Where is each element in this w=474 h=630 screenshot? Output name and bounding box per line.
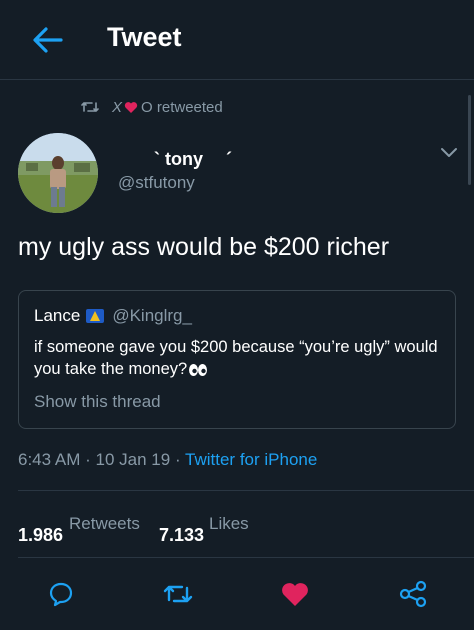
tweet-time: 6:43 AM (18, 450, 81, 469)
tweet-menu-button[interactable] (438, 145, 460, 161)
like-button[interactable] (277, 576, 313, 612)
retweet-button[interactable] (160, 576, 196, 612)
show-thread-link[interactable]: Show this thread (34, 392, 161, 412)
reply-button[interactable] (43, 576, 79, 612)
back-arrow-icon (33, 27, 63, 53)
reply-icon (49, 582, 73, 607)
quoted-tweet-body: if someone gave you $200 because “you’re… (34, 336, 444, 380)
chevron-down-icon (441, 148, 457, 157)
back-button[interactable] (28, 20, 68, 60)
top-bar: Tweet (0, 0, 474, 80)
meta-separator: · (85, 450, 91, 469)
author-handle[interactable]: @stfutony (118, 173, 195, 193)
heart-emoji-icon (124, 101, 138, 113)
scrollbar[interactable] (468, 95, 471, 185)
tweet-text: my ugly ass would be $200 richer (18, 233, 390, 261)
tweet-source-link[interactable]: Twitter for iPhone (185, 450, 317, 469)
tweet-meta: 6:43 AM · 10 Jan 19 · Twitter for iPhone (18, 450, 317, 470)
divider (18, 490, 474, 491)
tweet-date: 10 Jan 19 (95, 450, 171, 469)
flag-icon (86, 309, 105, 323)
retweeter-prefix: X (112, 98, 123, 116)
share-button[interactable] (395, 576, 431, 612)
quoted-tweet-text: if someone gave you $200 because “you’re… (34, 338, 438, 378)
author-display-name[interactable]: ` tony ´ (118, 149, 250, 170)
heart-icon (282, 583, 308, 606)
eyes-emoji-icon (189, 363, 208, 376)
avatar[interactable] (18, 133, 98, 213)
quoted-author-name: Lance (34, 306, 81, 325)
meta-separator: · (174, 450, 181, 469)
retweeter-suffix[interactable]: O retweeted (141, 99, 223, 116)
avatar-photo (18, 133, 98, 213)
retweet-small-icon (81, 102, 99, 112)
quoted-tweet-header: Lance @Kinglrg_ (34, 306, 192, 326)
divider (18, 557, 474, 558)
retweet-icon (163, 585, 193, 603)
share-icon (399, 580, 427, 608)
page-title: Tweet (107, 22, 182, 52)
retweets-count[interactable]: 1,986 (18, 525, 63, 541)
quoted-tweet[interactable]: Lance @Kinglrg_ if someone gave you $200… (18, 290, 456, 429)
retweets-label[interactable]: Retweets (69, 514, 140, 534)
likes-label[interactable]: Likes (209, 514, 249, 534)
retweet-context: X O retweeted (80, 96, 223, 118)
quoted-author-handle: @Kinglrg_ (112, 306, 192, 325)
tweet-stats: 1,986 Retweets 7,133 Likes (18, 511, 458, 541)
likes-count[interactable]: 7,133 (159, 525, 204, 541)
action-bar (0, 576, 474, 612)
